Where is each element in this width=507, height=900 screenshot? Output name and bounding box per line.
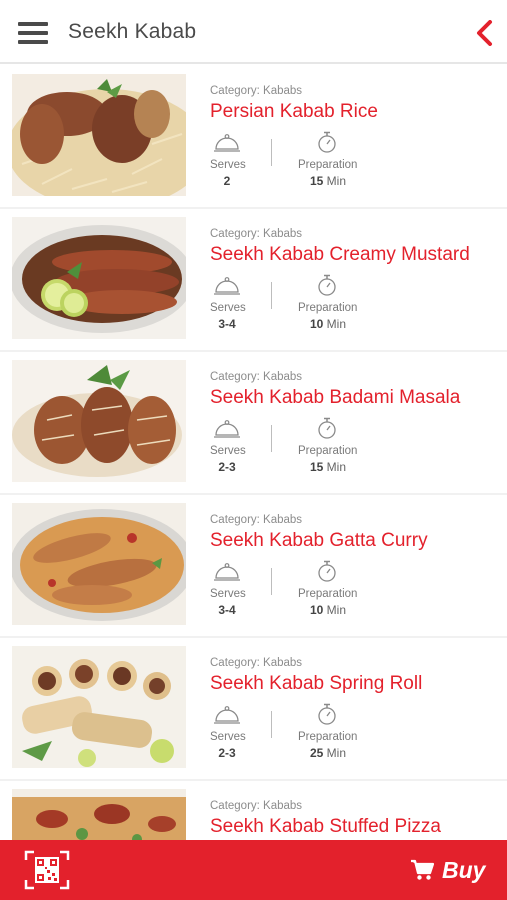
stopwatch-icon (318, 560, 336, 582)
qr-code-icon[interactable] (24, 850, 70, 890)
prep-time: 25 (309, 746, 324, 760)
serves-label: Serves (210, 588, 246, 600)
recipe-item[interactable]: Category: Kababs Seekh Kabab Badami Masa… (0, 352, 507, 493)
recipe-thumbnail (12, 789, 186, 840)
preparation-label: Preparation (298, 588, 358, 600)
divider (271, 711, 272, 738)
recipe-name[interactable]: Seekh Kabab Creamy Mustard (210, 244, 470, 266)
stopwatch-icon (318, 703, 336, 725)
cloche-icon (214, 420, 240, 438)
prep-unit: Min (326, 174, 347, 188)
divider (271, 425, 272, 452)
recipe-item[interactable]: Category: Kababs Persian Kabab Rice Serv… (0, 66, 507, 207)
page-title: Seekh Kabab (68, 20, 197, 43)
preparation-label: Preparation (298, 731, 358, 743)
preparation-label: Preparation (298, 159, 358, 171)
recipe-name[interactable]: Seekh Kabab Badami Masala (210, 387, 460, 409)
recipe-thumbnail (12, 74, 186, 196)
preparation-value: 15 Min (298, 174, 358, 188)
recipe-item[interactable]: Category: Kababs Seekh Kabab Creamy Must… (0, 209, 507, 350)
divider (271, 139, 272, 166)
recipe-name[interactable]: Seekh Kabab Stuffed Pizza (210, 816, 441, 838)
cart-icon (411, 859, 434, 880)
recipe-category: Category: Kababs (210, 800, 303, 812)
prep-time: 15 (309, 460, 324, 474)
preparation-value: 10 Min (298, 603, 358, 617)
recipe-thumbnail (12, 360, 186, 482)
stopwatch-icon (318, 274, 336, 296)
prep-unit: Min (326, 746, 347, 760)
recipe-thumbnail (12, 503, 186, 625)
recipe-category: Category: Kababs (210, 514, 303, 526)
recipe-category: Category: Kababs (210, 85, 303, 97)
recipe-name[interactable]: Persian Kabab Rice (210, 101, 378, 123)
serves-value: 2-3 (218, 746, 236, 760)
bottom-action-bar: Buy (0, 840, 507, 900)
recipe-item[interactable]: Category: Kababs Seekh Kabab Spring Roll… (0, 638, 507, 779)
stopwatch-icon (318, 131, 336, 153)
prep-unit: Min (326, 317, 347, 331)
prep-time: 10 (309, 317, 324, 331)
serves-label: Serves (210, 445, 246, 457)
divider (271, 568, 272, 595)
cloche-icon (214, 563, 240, 581)
serves-value: 3-4 (218, 317, 236, 331)
recipe-list[interactable]: Category: Kababs Persian Kabab Rice Serv… (0, 66, 507, 840)
cloche-icon (214, 134, 240, 152)
recipe-name[interactable]: Seekh Kabab Spring Roll (210, 673, 422, 695)
recipe-item[interactable]: Category: Kababs Seekh Kabab Stuffed Piz… (0, 781, 507, 840)
cloche-icon (214, 706, 240, 724)
recipe-thumbnail (12, 217, 186, 339)
serves-value: 3-4 (218, 603, 236, 617)
app-header: Seekh Kabab (0, 0, 507, 64)
preparation-label: Preparation (298, 302, 358, 314)
buy-button[interactable]: Buy (410, 854, 485, 886)
hamburger-icon[interactable] (18, 22, 48, 44)
preparation-value: 25 Min (298, 746, 358, 760)
recipe-item[interactable]: Category: Kababs Seekh Kabab Gatta Curry… (0, 495, 507, 636)
serves-label: Serves (210, 302, 246, 314)
chevron-left-icon[interactable] (474, 20, 496, 46)
cloche-icon (214, 277, 240, 295)
recipe-name[interactable]: Seekh Kabab Gatta Curry (210, 530, 428, 552)
prep-time: 15 (309, 174, 324, 188)
stopwatch-icon (318, 417, 336, 439)
preparation-label: Preparation (298, 445, 358, 457)
serves-value: 2 (223, 174, 231, 188)
preparation-value: 15 Min (298, 460, 358, 474)
preparation-value: 10 Min (298, 317, 358, 331)
recipe-category: Category: Kababs (210, 657, 303, 669)
recipe-category: Category: Kababs (210, 228, 303, 240)
buy-label: Buy (442, 856, 486, 883)
serves-label: Serves (210, 731, 246, 743)
prep-time: 10 (309, 603, 324, 617)
divider (271, 282, 272, 309)
recipe-thumbnail (12, 646, 186, 768)
recipe-category: Category: Kababs (210, 371, 303, 383)
prep-unit: Min (326, 460, 347, 474)
serves-value: 2-3 (218, 460, 236, 474)
serves-label: Serves (210, 159, 246, 171)
prep-unit: Min (326, 603, 347, 617)
